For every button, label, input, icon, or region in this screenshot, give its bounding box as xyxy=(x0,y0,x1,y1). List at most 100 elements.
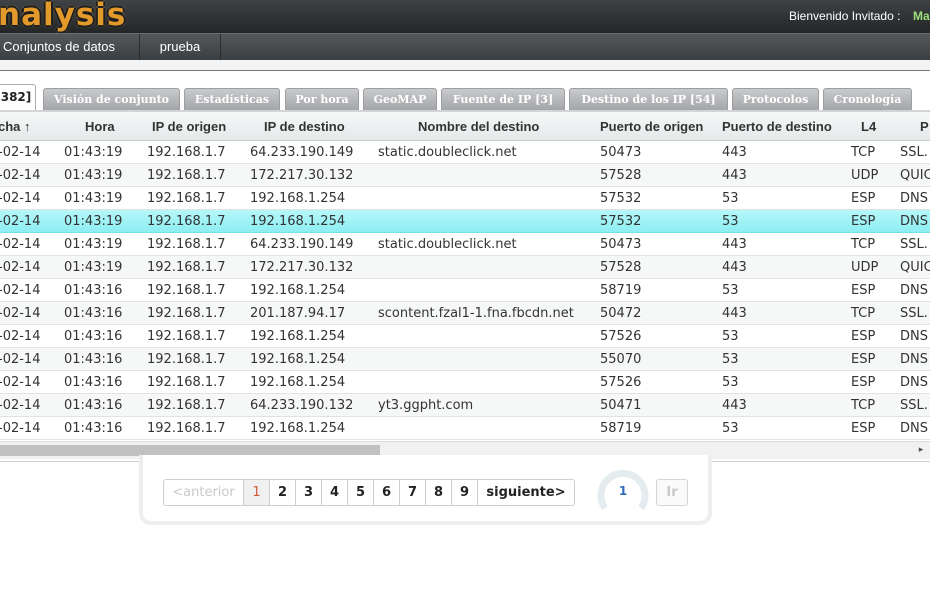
cell-source-port: 50473 xyxy=(600,237,642,252)
col-header-time[interactable]: Hora xyxy=(85,112,115,141)
go-button[interactable]: Ir xyxy=(656,479,688,506)
table-row[interactable]: -02-14 01:43:16 192.168.1.7 64.233.190.132 y… xyxy=(0,394,930,417)
col-header-dest-name[interactable]: Nombre del destino xyxy=(418,112,539,141)
table-row[interactable]: -02-14 01:43:16 192.168.1.7 192.168.1.254 58… xyxy=(0,417,930,440)
cell-source-ip: 192.168.1.7 xyxy=(147,421,226,436)
grid-header: cha ↑ Hora IP de origen IP de destino No… xyxy=(0,112,930,141)
col-header-l4[interactable]: L4 xyxy=(861,112,876,141)
tab-hourly[interactable]: Por hora xyxy=(285,88,359,110)
prev-page-button[interactable]: <anterior xyxy=(163,479,244,506)
table-row[interactable]: -02-14 01:43:16 192.168.1.7 201.187.94.17 sc… xyxy=(0,302,930,325)
top-header: nalysis Bienvenido Invitado : Ma xyxy=(0,0,930,33)
table-row[interactable]: -02-14 01:43:19 192.168.1.7 64.233.190.149 s… xyxy=(0,141,930,164)
cell-dest-name: static.doubleclick.net xyxy=(378,145,517,160)
cell-source-port: 50472 xyxy=(600,306,642,321)
tab-destination-ip[interactable]: Destino de los IP [54] xyxy=(569,88,728,110)
cell-time: 01:43:19 xyxy=(64,214,123,229)
cell-time: 01:43:16 xyxy=(64,306,123,321)
cell-source-port: 57532 xyxy=(600,191,642,206)
scroll-right-arrow-icon[interactable]: ▸ xyxy=(915,443,927,458)
cell-dest-port: 443 xyxy=(722,168,747,183)
page-button[interactable]: 8 xyxy=(425,479,452,506)
main-nav: Conjuntos de datos prueba xyxy=(0,33,930,60)
records-grid: cha ↑ Hora IP de origen IP de destino No… xyxy=(0,112,930,462)
cell-source-ip: 192.168.1.7 xyxy=(147,214,226,229)
col-header-protocol[interactable]: P xyxy=(920,112,929,141)
cell-date: -02-14 xyxy=(0,329,41,344)
cell-l4: ESP xyxy=(851,329,876,344)
nav-separator xyxy=(0,60,930,71)
col-header-source-port[interactable]: Puerto de origen xyxy=(600,112,703,141)
table-row[interactable]: -02-14 01:43:16 192.168.1.7 192.168.1.254 58… xyxy=(0,279,930,302)
cell-date: -02-14 xyxy=(0,352,41,367)
cell-date: -02-14 xyxy=(0,283,41,298)
tab-source-ip[interactable]: Fuente de IP [3] xyxy=(441,88,565,110)
cell-l4: ESP xyxy=(851,283,876,298)
next-page-button[interactable]: siguiente> xyxy=(477,479,575,506)
cell-source-port: 57526 xyxy=(600,375,642,390)
col-header-dest-port[interactable]: Puerto de destino xyxy=(722,112,832,141)
cell-time: 01:43:19 xyxy=(64,168,123,183)
tab-overview[interactable]: Visión de conjunto xyxy=(43,88,180,110)
cell-date: -02-14 xyxy=(0,168,41,183)
page-button[interactable]: 3 xyxy=(295,479,322,506)
page-button[interactable]: 9 xyxy=(451,479,478,506)
cell-protocol: DNS xyxy=(900,352,928,367)
table-row[interactable]: -02-14 01:43:19 192.168.1.7 192.168.1.254 57… xyxy=(0,210,930,233)
cell-dest-port: 443 xyxy=(722,237,747,252)
col-header-date[interactable]: cha ↑ xyxy=(0,112,31,141)
page-button[interactable]: 6 xyxy=(373,479,400,506)
nav-item-datasets[interactable]: Conjuntos de datos xyxy=(0,34,140,60)
col-header-source-ip[interactable]: IP de origen xyxy=(152,112,226,141)
cell-source-port: 55070 xyxy=(600,352,642,367)
cell-dest-port: 53 xyxy=(722,191,739,206)
cell-dest-name: yt3.ggpht.com xyxy=(378,398,474,413)
cell-source-ip: 192.168.1.7 xyxy=(147,237,226,252)
nav-item-prueba[interactable]: prueba xyxy=(140,34,221,60)
table-row[interactable]: -02-14 01:43:19 192.168.1.7 172.217.30.132 5… xyxy=(0,164,930,187)
welcome-text: Bienvenido Invitado : xyxy=(789,9,901,23)
cell-source-ip: 192.168.1.7 xyxy=(147,283,226,298)
cell-time: 01:43:16 xyxy=(64,398,123,413)
cell-source-ip: 192.168.1.7 xyxy=(147,306,226,321)
cell-dest-name: static.doubleclick.net xyxy=(378,237,517,252)
tab-geomap[interactable]: GeoMAP xyxy=(363,88,437,110)
table-row[interactable]: -02-14 01:43:16 192.168.1.7 192.168.1.254 57… xyxy=(0,371,930,394)
page-button[interactable]: 5 xyxy=(347,479,374,506)
cell-dest-ip: 64.233.190.149 xyxy=(250,145,354,160)
cell-l4: UDP xyxy=(851,260,879,275)
cell-dest-port: 53 xyxy=(722,375,739,390)
table-row[interactable]: -02-14 01:43:16 192.168.1.7 192.168.1.254 55… xyxy=(0,348,930,371)
cell-date: -02-14 xyxy=(0,260,41,275)
tab-records[interactable]: 382] xyxy=(0,84,36,111)
view-tabs: 382] Visión de conjunto Estadísticas Por… xyxy=(0,84,930,111)
cell-l4: TCP xyxy=(851,306,876,321)
cell-dest-port: 53 xyxy=(722,214,739,229)
page-gauge-value: 1 xyxy=(618,484,628,498)
cell-time: 01:43:16 xyxy=(64,421,123,436)
table-row[interactable]: -02-14 01:43:16 192.168.1.7 192.168.1.254 57… xyxy=(0,325,930,348)
cell-date: -02-14 xyxy=(0,398,41,413)
user-name[interactable]: Ma xyxy=(913,9,930,23)
cell-dest-port: 53 xyxy=(722,352,739,367)
cell-source-port: 57528 xyxy=(600,168,642,183)
cell-l4: ESP xyxy=(851,352,876,367)
cell-dest-ip: 192.168.1.254 xyxy=(250,283,346,298)
cell-l4: UDP xyxy=(851,168,879,183)
tab-statistics[interactable]: Estadísticas xyxy=(184,88,280,110)
table-row[interactable]: -02-14 01:43:19 192.168.1.7 192.168.1.254 57… xyxy=(0,187,930,210)
cell-source-ip: 192.168.1.7 xyxy=(147,145,226,160)
tab-protocols[interactable]: Protocolos xyxy=(732,88,819,110)
page-button[interactable]: 2 xyxy=(269,479,296,506)
cell-dest-ip: 192.168.1.254 xyxy=(250,375,346,390)
cell-date: -02-14 xyxy=(0,214,41,229)
cell-dest-ip: 192.168.1.254 xyxy=(250,421,346,436)
table-row[interactable]: -02-14 01:43:19 192.168.1.7 64.233.190.149 s… xyxy=(0,233,930,256)
col-header-dest-ip[interactable]: IP de destino xyxy=(264,112,345,141)
tab-timeline[interactable]: Cronología xyxy=(823,88,912,110)
page-button[interactable]: 4 xyxy=(321,479,348,506)
cell-date: -02-14 xyxy=(0,421,41,436)
table-row[interactable]: -02-14 01:43:19 192.168.1.7 172.217.30.132 5… xyxy=(0,256,930,279)
page-button[interactable]: 7 xyxy=(399,479,426,506)
page-button[interactable]: 1 xyxy=(243,479,270,506)
